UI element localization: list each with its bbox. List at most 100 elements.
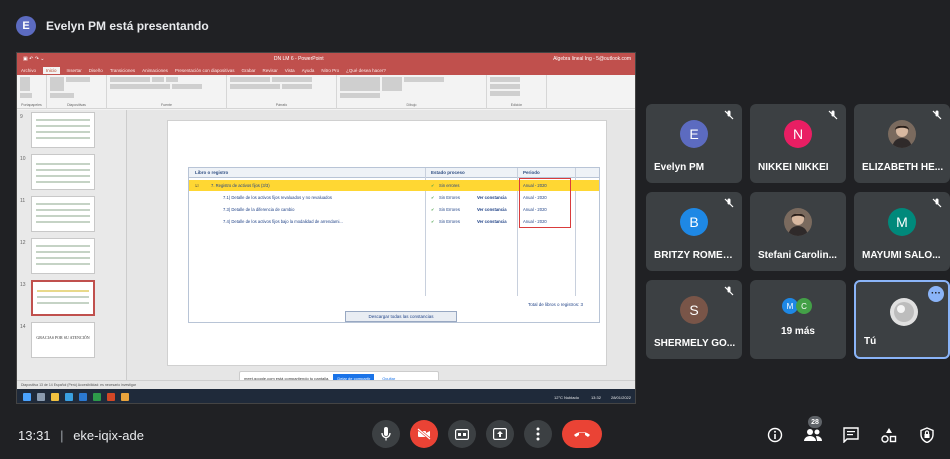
powerpoint-icon[interactable] [107, 393, 115, 401]
mic-off-icon [724, 198, 734, 208]
ppt-menu-item[interactable]: Animaciones [142, 68, 168, 73]
self-tile[interactable]: ··· Tú [854, 280, 950, 359]
ver-constancia-link[interactable]: Ver constancia [477, 207, 507, 212]
taskbar-clock: 13:32 [590, 394, 601, 400]
row-estado: Sin Errores [439, 207, 460, 212]
row-estado: Sin errores [439, 183, 460, 188]
ribbon-drawing: Dibujo [337, 75, 487, 109]
present-button[interactable] [486, 420, 514, 448]
participant-avatar: B [680, 208, 708, 236]
row-estado: Sin Errores [439, 219, 460, 224]
ppt-status-bar: Diapositiva 13 de 14 Español (Perú) Acce… [17, 380, 635, 389]
ver-constancia-link[interactable]: Ver constancia [477, 219, 507, 224]
table-header: Libro o registro Estado proceso Periodo [189, 168, 599, 178]
participant-avatar: S [680, 296, 708, 324]
folder-icon[interactable] [51, 393, 59, 401]
camera-off-button[interactable] [410, 420, 438, 448]
ribbon-font: Fuente [107, 75, 227, 109]
search-icon[interactable] [37, 393, 45, 401]
thumbnail-13-selected[interactable] [31, 280, 95, 316]
ppt-menu-item[interactable]: Archivo [21, 68, 36, 73]
leave-call-button[interactable] [562, 420, 602, 448]
ppt-menu-item[interactable]: Ayuda [302, 68, 315, 73]
row-libro[interactable]: 7.4) Detalle de los activos fijos bajo l… [223, 219, 343, 224]
row-libro[interactable]: 7. Registro de activos fijos (3/3) [211, 183, 270, 188]
more-options-button[interactable] [524, 420, 552, 448]
participant-photo [784, 208, 812, 236]
captions-button[interactable] [448, 420, 476, 448]
more-avatars: MC [782, 298, 812, 314]
mic-off-icon [932, 110, 942, 120]
ppt-menu-item[interactable]: Diseño [89, 68, 103, 73]
participant-name: BRITZY ROMER... [654, 250, 738, 261]
participant-avatar: E [680, 120, 708, 148]
meeting-time: 13:31 [18, 428, 51, 443]
excel-icon[interactable] [93, 393, 101, 401]
slide-canvas: Libro o registro Estado proceso Periodo … [127, 110, 635, 380]
more-participants-tile[interactable]: M C 19 más [750, 280, 846, 359]
participant-avatar: M [888, 208, 916, 236]
host-controls-button[interactable] [916, 424, 938, 446]
activities-button[interactable] [878, 424, 900, 446]
word-icon[interactable] [79, 393, 87, 401]
start-icon[interactable] [23, 393, 31, 401]
info-icon [767, 427, 783, 443]
header-estado: Estado proceso [431, 170, 465, 175]
row-libro[interactable]: 7.3) Detalle de la diferencia de cambio [223, 207, 294, 212]
participant-name: NIKKEI NIKKEI [758, 162, 829, 173]
meeting-info-separator: | [60, 428, 64, 443]
header-periodo: Periodo [523, 170, 540, 175]
ribbon-editing: Edición [487, 75, 547, 109]
ver-constancia-link[interactable]: Ver constancia [477, 195, 507, 200]
more-avatar-2: C [796, 298, 812, 314]
thumbnail-14[interactable]: GRACIAS POR SU ATENCIÓN [31, 322, 95, 358]
participant-tile[interactable]: ELIZABETH HE... [854, 104, 950, 183]
slide: Libro o registro Estado proceso Periodo … [167, 120, 607, 366]
ppt-menu-bar: Archivo Inicio Insertar Diseño Transiciones A… [17, 65, 635, 75]
participant-tile[interactable]: E Evelyn PM [646, 104, 742, 183]
participant-name: ELIZABETH HE... [862, 162, 944, 173]
ppt-menu-item[interactable]: Insertar [67, 68, 82, 73]
shared-screen: ▣ ↶ ↷ ⌄ DN LM 6 - PowerPoint Algebra lin… [16, 52, 636, 404]
mic-button[interactable] [372, 420, 400, 448]
presenting-banner: E Evelyn PM está presentando [16, 10, 209, 42]
thumbnail-9[interactable] [31, 112, 95, 148]
check-icon: ✔ [431, 207, 435, 212]
download-all-button[interactable]: Descargar todas las constancias [345, 311, 457, 322]
thumbnail-10[interactable] [31, 154, 95, 190]
ppt-window-title: DN LM 6 - PowerPoint [273, 56, 324, 62]
ppt-menu-item[interactable]: Nitro Pro [321, 68, 339, 73]
ppt-menu-item[interactable]: Grabar [241, 68, 255, 73]
participant-tile[interactable]: N NIKKEI NIKKEI [750, 104, 846, 183]
people-button[interactable]: 28 [802, 416, 824, 446]
final-slide-text: GRACIAS POR SU ATENCIÓN [36, 335, 90, 340]
tile-options-button[interactable]: ··· [928, 286, 944, 302]
participant-count-badge: 28 [808, 416, 822, 428]
ppt-menu-item[interactable]: Revisar [262, 68, 277, 73]
chrome-icon[interactable] [121, 393, 129, 401]
participant-tile[interactable]: B BRITZY ROMER... [646, 192, 742, 271]
participant-tile[interactable]: M MAYUMI SALO... [854, 192, 950, 271]
thumbnail-11[interactable] [31, 196, 95, 232]
mic-off-icon [724, 286, 734, 296]
meeting-details-button[interactable] [764, 424, 786, 446]
activities-icon [881, 428, 897, 443]
presenting-text: Evelyn PM está presentando [46, 19, 209, 33]
thumbnail-12[interactable] [31, 238, 95, 274]
period-highlight-box [519, 178, 571, 228]
ppt-menu-item[interactable]: Inicio [43, 66, 60, 74]
ribbon-paragraph: Párrafo [227, 75, 337, 109]
row-libro[interactable]: 7.1) Detalle de los activos fijos revalu… [223, 195, 332, 200]
participant-tile[interactable]: S SHERMELY GO... [646, 280, 742, 359]
ppt-menu-item[interactable]: Transiciones [110, 68, 135, 73]
ppt-menu-item[interactable]: Vista [285, 68, 295, 73]
ppt-menu-item[interactable]: ¿Qué desea hacer? [346, 68, 386, 73]
participant-tile[interactable]: Stefani Carolin... [750, 192, 846, 271]
row-checkbox[interactable]: ☑ [195, 183, 199, 188]
edge-icon[interactable] [65, 393, 73, 401]
ppt-quick-access: ▣ ↶ ↷ ⌄ [23, 56, 45, 62]
ribbon-slides: Diapositivas [47, 75, 107, 109]
ppt-menu-item[interactable]: Presentación con diapositivas [175, 68, 235, 73]
chat-button[interactable] [840, 424, 862, 446]
self-photo [890, 298, 918, 326]
